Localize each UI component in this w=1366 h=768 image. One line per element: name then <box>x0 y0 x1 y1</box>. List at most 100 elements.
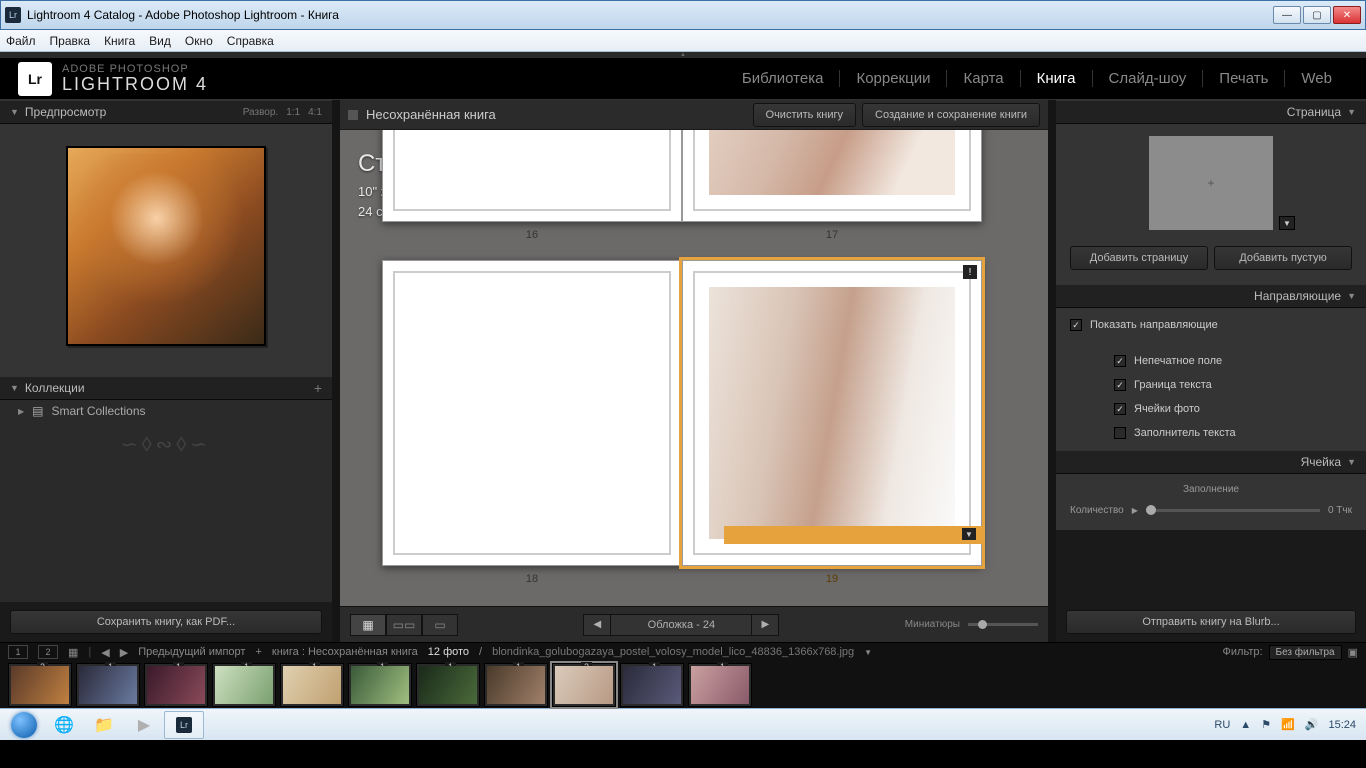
module-print[interactable]: Печать <box>1203 70 1285 87</box>
clear-book-button[interactable]: Очистить книгу <box>753 103 856 127</box>
menu-help[interactable]: Справка <box>227 34 274 48</box>
checkbox-bleed[interactable] <box>1114 355 1126 367</box>
taskbar-media[interactable]: ▶ <box>124 711 164 739</box>
page-18[interactable]: 18 <box>382 260 682 566</box>
film-thumb[interactable]: 2 <box>8 663 72 707</box>
taskbar-explorer[interactable]: 📁 <box>84 711 124 739</box>
module-book[interactable]: Книга <box>1021 70 1093 87</box>
preview-panel-header[interactable]: ▼ Предпросмотр Развор. 1:1 4:1 <box>0 100 332 124</box>
link-icon[interactable]: ▶ <box>1132 506 1138 515</box>
zoom-1-1[interactable]: 1:1 <box>286 107 300 118</box>
padding-slider[interactable] <box>1146 509 1320 512</box>
menu-view[interactable]: Вид <box>149 34 171 48</box>
zoom-fit[interactable]: Развор. <box>243 107 278 118</box>
filmstrip-forward[interactable]: ▶ <box>120 646 128 659</box>
collection-smart[interactable]: ▶ ▤ Smart Collections <box>0 400 332 422</box>
page-16[interactable]: 16 <box>382 130 682 222</box>
checkbox-text-filler[interactable] <box>1114 427 1126 439</box>
zoom-4-1[interactable]: 4:1 <box>308 107 322 118</box>
grid-view-icon[interactable]: ▦ <box>68 646 78 659</box>
secondary-display-1[interactable]: 1 <box>8 645 28 659</box>
page-number: 17 <box>683 229 981 241</box>
checkbox-text-border[interactable] <box>1114 379 1126 391</box>
breadcrumb-dropdown-icon[interactable]: ▼ <box>864 648 872 657</box>
view-spread-button[interactable]: ▭▭ <box>386 614 422 636</box>
save-pdf-button[interactable]: Сохранить книгу, как PDF... <box>10 610 322 634</box>
menu-edit[interactable]: Правка <box>50 34 91 48</box>
left-grip[interactable] <box>332 100 340 642</box>
warning-icon[interactable]: ! <box>963 265 977 279</box>
page-19[interactable]: ! 19 <box>682 260 982 566</box>
add-page-button[interactable]: Добавить страницу <box>1070 246 1208 270</box>
maximize-button[interactable]: ▢ <box>1303 6 1331 24</box>
spread-16-17[interactable]: 16 17 <box>382 130 982 222</box>
thumbnail-size-slider[interactable] <box>968 623 1038 626</box>
add-blank-button[interactable]: Добавить пустую <box>1214 246 1352 270</box>
windows-taskbar: 🌐 📁 ▶ Lr RU ▲ ⚑ 📶 🔊 15:24 <box>0 708 1366 740</box>
tray-flag-icon[interactable]: ▲ <box>1240 719 1251 731</box>
guide-bleed-row[interactable]: Непечатное поле <box>1060 352 1362 370</box>
tray-lang[interactable]: RU <box>1214 719 1230 731</box>
send-to-blurb-button[interactable]: Отправить книгу на Blurb... <box>1066 610 1356 634</box>
film-thumb[interactable]: 1 <box>144 663 208 707</box>
guide-show-row[interactable]: Показать направляющие <box>1060 316 1362 334</box>
preview-image[interactable] <box>66 146 266 346</box>
film-thumb[interactable]: 1 <box>620 663 684 707</box>
module-library[interactable]: Библиотека <box>726 70 841 87</box>
right-grip[interactable] <box>1048 100 1056 642</box>
start-button[interactable] <box>4 711 44 739</box>
guides-panel-header[interactable]: Направляющие ▼ <box>1056 284 1366 308</box>
film-thumb[interactable]: 2 <box>552 663 616 707</box>
breadcrumb-book[interactable]: книга : Несохранённая книга <box>272 646 418 658</box>
module-slideshow[interactable]: Слайд-шоу <box>1093 70 1204 87</box>
filter-select[interactable]: Без фильтра <box>1269 645 1342 660</box>
pager-prev[interactable]: ◀ <box>583 614 611 636</box>
page-layout-thumb[interactable]: + ▼ <box>1149 136 1273 230</box>
checkbox-show-guides[interactable] <box>1070 319 1082 331</box>
page-layout-dropdown[interactable]: ▼ <box>962 528 976 540</box>
pager-label[interactable]: Обложка - 24 <box>611 614 751 636</box>
tray-network-icon[interactable]: 📶 <box>1281 718 1295 731</box>
film-thumb[interactable]: 1 <box>688 663 752 707</box>
menu-window[interactable]: Окно <box>185 34 213 48</box>
checkbox-photo-cells[interactable] <box>1114 403 1126 415</box>
module-develop[interactable]: Коррекции <box>840 70 947 87</box>
spread-18-19[interactable]: 18 ! 19 ▼ <box>382 260 982 566</box>
module-map[interactable]: Карта <box>947 70 1020 87</box>
view-single-button[interactable]: ▭ <box>422 614 458 636</box>
minimize-button[interactable]: — <box>1273 6 1301 24</box>
film-thumb[interactable]: 1 <box>76 663 140 707</box>
film-thumb[interactable]: 1 <box>416 663 480 707</box>
page-17[interactable]: 17 <box>682 130 982 222</box>
secondary-display-2[interactable]: 2 <box>38 645 58 659</box>
create-save-book-button[interactable]: Создание и сохранение книги <box>862 103 1040 127</box>
window-title-text: Lightroom 4 Catalog - Adobe Photoshop Li… <box>27 8 339 22</box>
film-thumb[interactable]: 1 <box>212 663 276 707</box>
collections-panel-header[interactable]: ▼ Коллекции + <box>0 376 332 400</box>
tray-action-center-icon[interactable]: ⚑ <box>1261 718 1271 731</box>
cell-panel-header[interactable]: Ячейка ▼ <box>1056 450 1366 474</box>
menu-book[interactable]: Книга <box>104 34 135 48</box>
layout-dropdown-button[interactable]: ▼ <box>1279 216 1295 230</box>
breadcrumb-prev-import[interactable]: Предыдущий импорт <box>138 646 245 658</box>
taskbar-lightroom[interactable]: Lr <box>164 711 204 739</box>
close-button[interactable]: ✕ <box>1333 6 1361 24</box>
film-thumb[interactable]: 1 <box>484 663 548 707</box>
guide-textborder-row[interactable]: Граница текста <box>1060 376 1362 394</box>
guide-photocells-row[interactable]: Ячейки фото <box>1060 400 1362 418</box>
film-thumb[interactable]: 1 <box>280 663 344 707</box>
tray-volume-icon[interactable]: 🔊 <box>1305 718 1319 731</box>
add-collection-icon[interactable]: + <box>314 380 322 396</box>
pager-next[interactable]: ▶ <box>751 614 779 636</box>
filmstrip-back[interactable]: ◀ <box>101 646 109 659</box>
menu-file[interactable]: Файл <box>6 34 36 48</box>
film-thumb[interactable]: 1 <box>348 663 412 707</box>
view-grid-button[interactable]: ▦ <box>350 614 386 636</box>
book-canvas[interactable]: Стандартный пейзаж 10" x 8" (25 x 20 см)… <box>340 130 1048 606</box>
filter-lock-icon[interactable]: ▣ <box>1348 646 1358 659</box>
guide-textfiller-row[interactable]: Заполнитель текста <box>1060 424 1362 442</box>
page-panel-header[interactable]: Страница ▼ <box>1056 100 1366 124</box>
taskbar-ie[interactable]: 🌐 <box>44 711 84 739</box>
module-web[interactable]: Web <box>1285 70 1348 87</box>
tray-clock[interactable]: 15:24 <box>1328 719 1356 731</box>
